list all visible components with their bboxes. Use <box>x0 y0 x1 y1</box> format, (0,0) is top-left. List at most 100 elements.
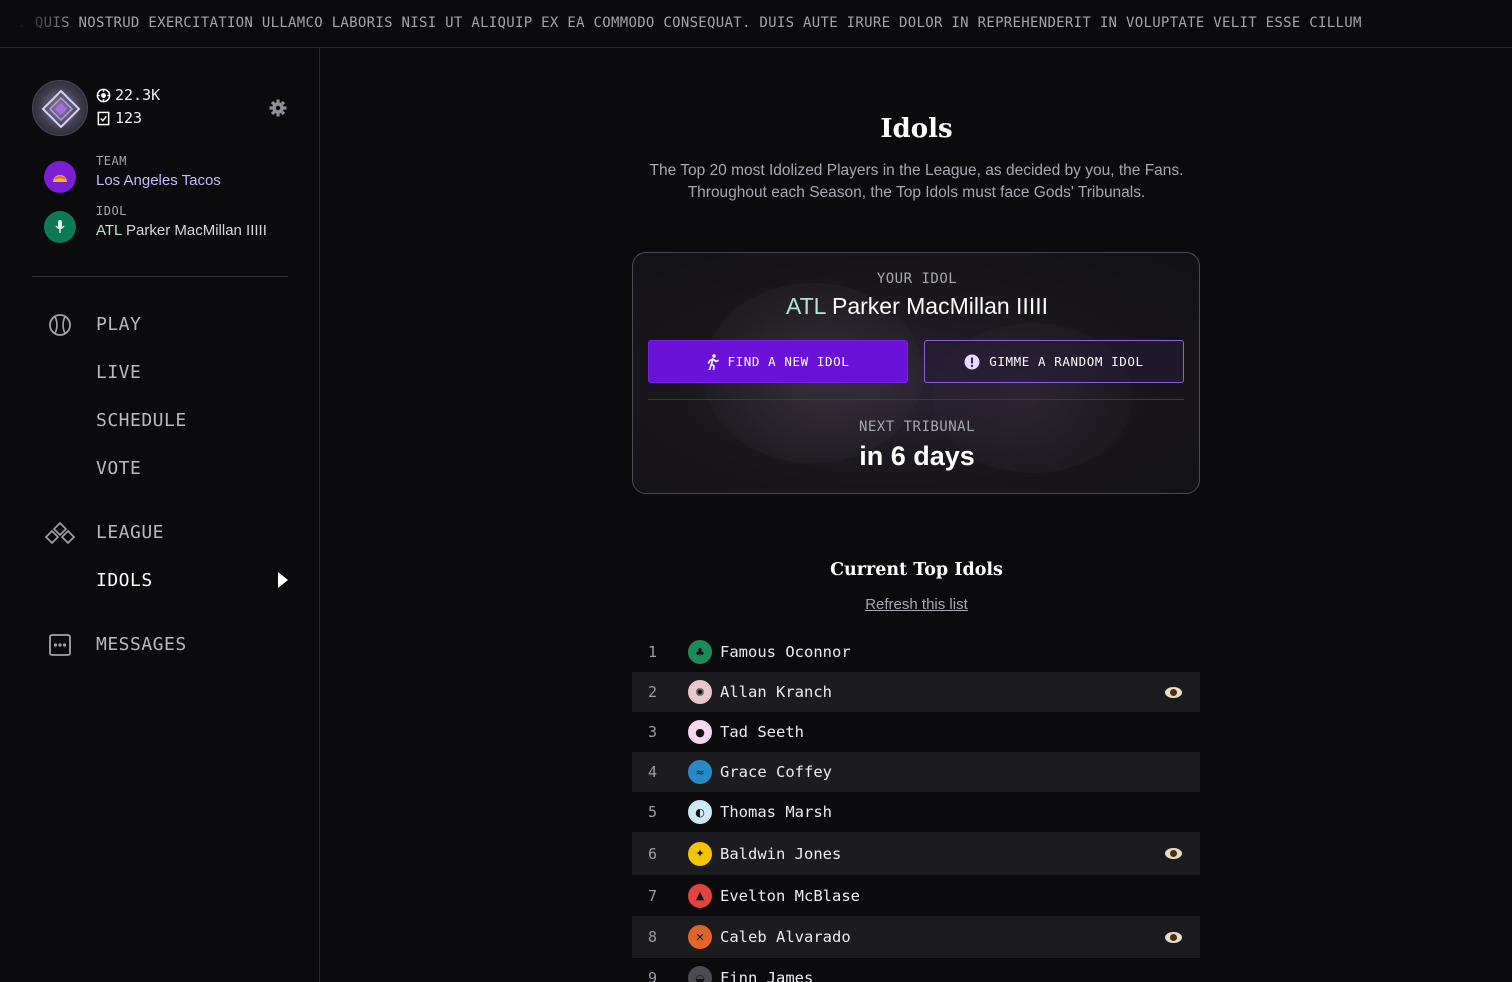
row-rank: 1 <box>648 643 658 661</box>
crystal-icon <box>41 89 81 129</box>
top-idols-title: Current Top Idols <box>830 560 1003 580</box>
refresh-row: Refresh this list <box>321 596 1512 613</box>
your-idol-card: YOUR IDOL ATL Parker MacMillan IIIII FIN… <box>632 252 1200 494</box>
row-player-name[interactable]: Famous Oconnor <box>720 643 851 661</box>
subtitle-line-1: The Top 20 most Idolized Players in the … <box>649 162 1184 179</box>
settings-button[interactable] <box>268 98 288 118</box>
next-tribunal-value: in 6 days <box>859 441 975 471</box>
coin-icon <box>96 88 111 102</box>
table-row[interactable]: 1 ♣ Famous Oconnor <box>632 632 1200 672</box>
refresh-list-link[interactable]: Refresh this list <box>865 596 968 613</box>
your-idol-label: YOUR IDOL <box>876 271 958 287</box>
row-player-name[interactable]: Tad Seeth <box>720 723 804 741</box>
fire-icon: ▲ <box>688 883 712 908</box>
team-label: TEAM <box>96 154 127 168</box>
nav-live[interactable]: LIVE <box>44 353 292 393</box>
your-idol-name: ATL Parker MacMillan IIIII <box>633 293 1199 320</box>
table-row[interactable]: 4 ≈ Grace Coffey <box>632 752 1200 792</box>
nav-live-label: LIVE <box>96 362 142 383</box>
crossed-tools-icon: ✕ <box>688 925 712 949</box>
main-content: Idols The Top 20 most Idolized Players i… <box>321 48 1512 982</box>
card-divider <box>648 399 1184 400</box>
row-rank: 8 <box>648 928 658 946</box>
your-idol-player: Parker MacMillan IIIII <box>832 293 1048 319</box>
exclamation-icon <box>964 354 980 369</box>
subtitle-line-2: Throughout each Season, the Top Idols mu… <box>687 184 1146 201</box>
idol-name: ATL Parker MacMillan IIIII <box>96 222 267 239</box>
your-idol-team-abbr: ATL <box>785 293 826 319</box>
table-row[interactable]: 8 ✕ Caleb Alvarado <box>632 916 1200 958</box>
nav-idols[interactable]: IDOLS <box>44 561 292 601</box>
sidebar-divider <box>32 276 288 277</box>
row-rank: 3 <box>648 723 658 741</box>
avatar[interactable] <box>32 80 88 136</box>
nav-league-label: LEAGUE <box>96 522 165 543</box>
vote-icon <box>97 111 110 125</box>
frog-icon: ♣ <box>688 640 712 664</box>
eye-icon <box>1165 848 1182 859</box>
nav-schedule-label: SCHEDULE <box>96 410 187 431</box>
find-new-idol-button[interactable]: FIND A NEW IDOL <box>648 340 908 383</box>
diamonds-icon <box>44 520 76 546</box>
nav-vote[interactable]: VOTE <box>44 449 292 489</box>
row-player-name[interactable]: Grace Coffey <box>720 763 832 781</box>
favorite-team[interactable]: TEAM Los Angeles Tacos <box>44 154 288 198</box>
table-row[interactable]: 3 ● Tad Seeth <box>632 712 1200 752</box>
idol-player: Parker MacMillan IIIII <box>126 222 267 239</box>
table-row[interactable]: 2 ✺ Allan Kranch <box>632 672 1200 712</box>
table-row[interactable]: 9 ◒ Finn James <box>632 958 1200 982</box>
nav-play[interactable]: PLAY <box>44 305 292 345</box>
row-rank: 5 <box>648 803 658 821</box>
running-person-icon <box>707 353 719 370</box>
profile-summary: 22.3K 123 <box>32 80 288 136</box>
random-idol-button[interactable]: GIMME A RANDOM IDOL <box>924 340 1184 383</box>
row-player-name[interactable]: Caleb Alvarado <box>720 928 851 946</box>
row-player-name[interactable]: Thomas Marsh <box>720 803 832 821</box>
page-title: Idols <box>880 114 953 144</box>
votes-stat: 123 <box>96 109 142 127</box>
row-rank: 4 <box>648 763 658 781</box>
row-player-name[interactable]: Allan Kranch <box>720 683 832 701</box>
top-idols-list: 1 ♣ Famous Oconnor 2 ✺ Allan Kranch 3 ● Tad Seet… <box>632 632 1200 982</box>
row-player-name[interactable]: Finn James <box>720 969 813 982</box>
balloon-icon: ● <box>688 720 712 744</box>
row-player-name[interactable]: Baldwin Jones <box>720 845 841 863</box>
chat-icon <box>44 632 76 658</box>
ticker-fade-right <box>1392 0 1512 47</box>
wave-icon: ≈ <box>688 760 712 784</box>
nav-league[interactable]: LEAGUE <box>44 513 292 553</box>
sidebar: 22.3K 123 TEAM Los Angeles Tacos IDOL AT… <box>0 48 320 982</box>
ticker-text: AM. QUIS NOSTRUD EXERCITATION ULLAMCO LA… <box>0 15 1362 31</box>
nav-messages[interactable]: MESSAGES <box>44 625 292 665</box>
nav-schedule[interactable]: SCHEDULE <box>44 401 292 441</box>
find-new-idol-label: FIND A NEW IDOL <box>727 354 850 369</box>
team-name: Los Angeles Tacos <box>96 172 221 189</box>
table-row[interactable]: 5 ◐ Thomas Marsh <box>632 792 1200 832</box>
crab-icon: ✺ <box>688 680 712 704</box>
ticker-fade-left <box>0 0 80 47</box>
gear-icon <box>269 99 287 117</box>
row-rank: 9 <box>648 969 658 982</box>
next-tribunal-label: NEXT TRIBUNAL <box>858 419 976 435</box>
row-player-name[interactable]: Evelton McBlase <box>720 887 860 905</box>
whale-icon: ◐ <box>688 800 712 824</box>
nav-idols-label: IDOLS <box>96 570 153 591</box>
nav-play-label: PLAY <box>96 314 142 335</box>
nav-messages-label: MESSAGES <box>96 634 187 655</box>
taco-icon <box>44 161 76 193</box>
microphone-icon <box>44 211 76 243</box>
row-rank: 7 <box>648 886 658 905</box>
active-arrow-icon <box>278 572 288 588</box>
coins-value: 22.3K <box>115 86 161 104</box>
comet-icon: ✦ <box>688 841 712 866</box>
pizza-icon: ◒ <box>688 966 712 982</box>
baseball-icon <box>44 312 76 338</box>
nav-vote-label: VOTE <box>96 458 142 479</box>
table-row[interactable]: 7 ▲ Evelton McBlase <box>632 875 1200 916</box>
table-row[interactable]: 6 ✦ Baldwin Jones <box>632 832 1200 875</box>
eye-icon <box>1165 931 1182 943</box>
row-rank: 6 <box>648 844 658 863</box>
favorite-idol[interactable]: IDOL ATL Parker MacMillan IIIII <box>44 204 288 248</box>
random-idol-label: GIMME A RANDOM IDOL <box>989 354 1144 369</box>
eye-icon <box>1165 686 1182 698</box>
